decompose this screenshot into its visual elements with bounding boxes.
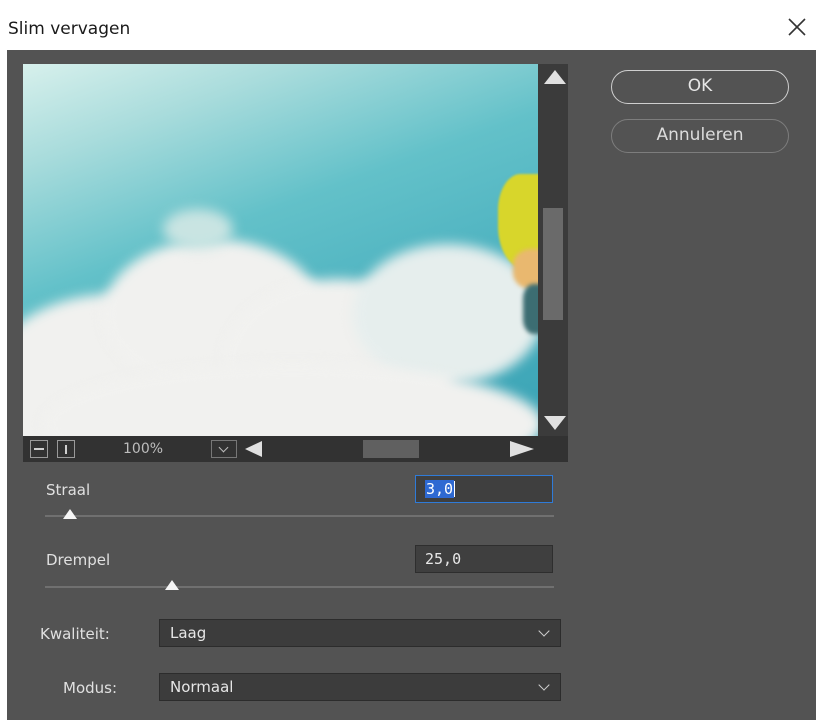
- mode-select[interactable]: Normaal: [159, 673, 561, 701]
- slider-knob[interactable]: [63, 509, 78, 519]
- scroll-down-icon[interactable]: [544, 416, 566, 430]
- figure-shape: [523, 284, 538, 334]
- zoom-dropdown[interactable]: [211, 440, 237, 458]
- slider-track: [45, 515, 554, 517]
- threshold-value: 25,0: [425, 550, 462, 568]
- threshold-label: Drempel: [46, 551, 111, 569]
- slider-track: [45, 586, 554, 588]
- radius-slider[interactable]: [45, 509, 554, 523]
- cancel-button[interactable]: Annuleren: [611, 119, 789, 153]
- zoom-level: 100%: [123, 441, 164, 457]
- slider-knob[interactable]: [165, 580, 180, 590]
- chevron-down-icon: [538, 625, 550, 637]
- radius-label: Straal: [46, 481, 91, 499]
- scroll-right-icon[interactable]: [510, 441, 534, 457]
- mode-selected: Normaal: [170, 678, 234, 696]
- radius-input[interactable]: 3,0: [415, 475, 553, 503]
- ok-button[interactable]: OK: [611, 70, 789, 104]
- quality-select[interactable]: Laag: [159, 619, 561, 647]
- chevron-down-icon: [538, 679, 550, 691]
- threshold-input[interactable]: 25,0: [415, 545, 553, 573]
- horizontal-scroll-thumb[interactable]: [363, 440, 419, 458]
- cloud-shape: [163, 209, 233, 249]
- close-icon[interactable]: [784, 14, 810, 40]
- quality-selected: Laag: [170, 624, 207, 642]
- scroll-left-icon[interactable]: [245, 441, 262, 457]
- threshold-slider[interactable]: [45, 580, 554, 594]
- chevron-down-icon: [218, 442, 229, 453]
- minus-icon: [34, 448, 44, 450]
- preview-image[interactable]: [23, 64, 538, 436]
- scroll-up-icon[interactable]: [544, 70, 566, 84]
- dialog-title: Slim vervagen: [8, 19, 131, 39]
- zoom-out-button[interactable]: [30, 440, 48, 458]
- text-caret: [454, 481, 456, 497]
- plus-icon: [65, 444, 67, 454]
- title-bar: Slim vervagen: [0, 0, 816, 50]
- radius-value: 3,0: [425, 480, 455, 498]
- vertical-scrollbar[interactable]: [538, 64, 568, 436]
- mode-label: Modus:: [63, 679, 118, 697]
- preview-toolbar: 100%: [23, 436, 568, 462]
- figure-shape: [513, 249, 538, 289]
- quality-label: Kwaliteit:: [40, 625, 110, 643]
- cloud-shape: [353, 244, 538, 384]
- dialog-body: 100% OK Annuleren Straal 3,0 Drempel 25,…: [7, 50, 816, 720]
- vertical-scroll-thumb[interactable]: [543, 208, 563, 320]
- zoom-in-button[interactable]: [57, 440, 75, 458]
